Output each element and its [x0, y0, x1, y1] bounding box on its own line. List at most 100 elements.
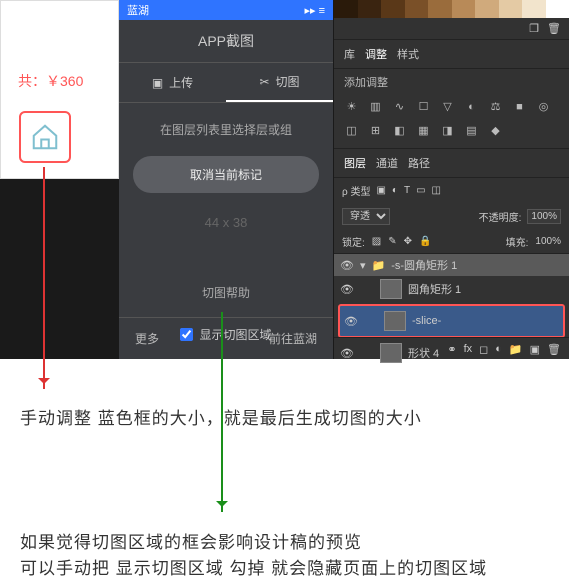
- tab-styles[interactable]: 样式: [397, 46, 419, 62]
- scissors-icon: ✂: [259, 75, 269, 89]
- design-canvas: 共：￥360: [0, 0, 119, 179]
- poster-icon[interactable]: ▦: [416, 123, 431, 138]
- home-icon: [30, 122, 60, 152]
- gradmap-icon[interactable]: ▤: [464, 123, 479, 138]
- lanhu-header-icons: ▸▸ ≡: [304, 4, 325, 17]
- slice-dimensions: 44 x 38: [133, 215, 319, 230]
- adjustment-icons: ☀ ▥ ∿ ☐ ▽ ◐ ⚖ ■ ◎ ◫ ⊞ ◧ ▦ ◨ ▤ ◆: [334, 95, 569, 142]
- lanhu-title: APP截图: [119, 20, 333, 63]
- tab-slice[interactable]: ✂ 切图: [226, 63, 333, 102]
- lanhu-goto-button[interactable]: 前往蓝湖: [269, 330, 317, 347]
- layers-tabs: 图层 通道 路径: [334, 148, 569, 178]
- opacity-value[interactable]: 100%: [527, 209, 561, 224]
- filter-shape-icon[interactable]: ▭: [416, 185, 425, 196]
- invert-icon[interactable]: ◧: [392, 123, 407, 138]
- lanhu-more-button[interactable]: 更多: [135, 330, 159, 347]
- fx-icon[interactable]: fx: [464, 343, 473, 354]
- delete-icon[interactable]: 🗑: [547, 343, 561, 354]
- visibility-icon[interactable]: 👁: [340, 259, 354, 272]
- lanhu-header: 蓝湖 ▸▸ ≡: [119, 0, 333, 20]
- kind-label[interactable]: ρ 类型: [342, 183, 370, 198]
- lock-pos-icon[interactable]: ✥: [404, 236, 412, 247]
- threshold-icon[interactable]: ◨: [440, 123, 455, 138]
- fill-value[interactable]: 100%: [535, 236, 561, 247]
- lanhu-panel: 蓝湖 ▸▸ ≡ APP截图 ▣上传 ✂切图 在图层列表里选择层或组 取消当前标记…: [119, 0, 333, 359]
- photoshop-panel: ❐ 🗑 库 调整 样式 添加调整 ☀ ▥ ∿ ☐ ▽ ◐ ⚖ ■ ◎ ◫ ⊞ ◧ ▦ ◨ ▤ ◆ 图层 通道 …: [333, 0, 569, 359]
- duplicate-icon[interactable]: ❐: [529, 22, 539, 35]
- folder-new-icon[interactable]: 📁: [509, 343, 523, 354]
- dim-width: 44: [205, 215, 219, 230]
- blend-mode-select[interactable]: 穿透: [342, 208, 390, 225]
- selective-icon[interactable]: ◆: [488, 123, 503, 138]
- tab-library[interactable]: 库: [344, 46, 355, 62]
- visibility-icon[interactable]: 👁: [340, 283, 354, 296]
- levels-icon[interactable]: ▥: [368, 99, 383, 114]
- tab-paths[interactable]: 路径: [408, 155, 430, 171]
- new-layer-icon[interactable]: ▣: [530, 343, 540, 354]
- dim-height: 38: [233, 215, 247, 230]
- filter-adjust-icon[interactable]: ◐: [392, 185, 398, 196]
- tab-layers[interactable]: 图层: [344, 155, 366, 171]
- slice-help-button[interactable]: 切图帮助: [133, 284, 319, 301]
- bw-icon[interactable]: ■: [512, 99, 527, 114]
- home-slice-selection[interactable]: [19, 111, 71, 163]
- filter-smart-icon[interactable]: ◫: [432, 185, 441, 196]
- fold-icon[interactable]: ▾: [360, 259, 366, 272]
- curves-icon[interactable]: ∿: [392, 99, 407, 114]
- tab-upload[interactable]: ▣ 上传: [119, 63, 226, 102]
- annotation-2: 如果觉得切图区域的框会影响设计稿的预览: [20, 528, 362, 553]
- lock-trans-icon[interactable]: ▨: [372, 236, 381, 247]
- tab-adjustments[interactable]: 调整: [365, 46, 387, 62]
- colorbal-icon[interactable]: ⚖: [488, 99, 503, 114]
- layer-group-1[interactable]: 👁 ▾ 📁 -s-圆角矩形 1: [334, 254, 569, 276]
- blend-row: 穿透 不透明度: 100%: [334, 203, 569, 230]
- link-icon[interactable]: ⚭: [447, 343, 456, 354]
- add-adjustment-label: 添加调整: [334, 69, 569, 95]
- price-text: 共：￥360: [18, 71, 118, 91]
- cancel-mark-button[interactable]: 取消当前标记: [133, 156, 319, 193]
- red-arrow: [43, 167, 45, 389]
- fill-adjust-icon[interactable]: ◐: [495, 343, 502, 354]
- lock-label: 锁定:: [342, 234, 365, 249]
- layer-filter-row: ρ 类型 ▣ ◐ T ▭ ◫: [334, 178, 569, 203]
- layer-rect-1[interactable]: 👁 圆角矩形 1: [334, 276, 569, 302]
- lanhu-tabs: ▣ 上传 ✂ 切图: [119, 63, 333, 103]
- layer-name: -slice-: [412, 315, 441, 327]
- exposure-icon[interactable]: ☐: [416, 99, 431, 114]
- lock-row: 锁定: ▨ ✎ ✥ 🔒 填充: 100%: [334, 230, 569, 254]
- folder-icon: 📁: [372, 259, 386, 272]
- canvas-dark-area: [0, 179, 119, 359]
- tab-upload-label: 上传: [169, 74, 193, 91]
- upload-icon: ▣: [152, 76, 163, 90]
- dim-sep: x: [223, 215, 230, 230]
- lock-pixel-icon[interactable]: ✎: [388, 236, 396, 247]
- hue-icon[interactable]: ◐: [464, 99, 479, 114]
- lanhu-footer: 更多 前往蓝湖: [119, 317, 333, 359]
- opacity-label: 不透明度:: [479, 209, 522, 224]
- fill-label: 填充:: [506, 234, 529, 249]
- annotation-3: 可以手动把 显示切图区域 勾掉 就会隐藏页面上的切图区域: [20, 554, 487, 579]
- layer-slice[interactable]: 👁 -slice-: [338, 304, 565, 338]
- adjustments-tabs: 库 调整 样式: [334, 40, 569, 69]
- mask-icon[interactable]: ◻: [479, 343, 488, 354]
- photo-filter-icon[interactable]: ◎: [536, 99, 551, 114]
- filter-pixel-icon[interactable]: ▣: [376, 185, 385, 196]
- annotation-1: 手动调整 蓝色框的大小，就是最后生成切图的大小: [20, 404, 422, 429]
- panel-window-icons: ❐ 🗑: [334, 18, 569, 40]
- tab-slice-label: 切图: [276, 73, 300, 90]
- brightness-icon[interactable]: ☀: [344, 99, 359, 114]
- lanhu-brand: 蓝湖: [127, 2, 149, 18]
- layer-thumb: [384, 311, 406, 331]
- lock-all-icon[interactable]: 🔒: [419, 236, 431, 247]
- lookup-icon[interactable]: ⊞: [368, 123, 383, 138]
- layer-name: 圆角矩形 1: [408, 281, 461, 297]
- swatches-strip: [334, 0, 569, 18]
- tab-channels[interactable]: 通道: [376, 155, 398, 171]
- filter-text-icon[interactable]: T: [404, 185, 410, 196]
- trash-icon[interactable]: 🗑: [547, 22, 561, 35]
- layers-footer-icons: ⚭ fx ◻ ◐ 📁 ▣ 🗑: [334, 337, 569, 359]
- layer-thumb: [380, 279, 402, 299]
- visibility-icon[interactable]: 👁: [344, 315, 358, 328]
- mixer-icon[interactable]: ◫: [344, 123, 359, 138]
- vibrance-icon[interactable]: ▽: [440, 99, 455, 114]
